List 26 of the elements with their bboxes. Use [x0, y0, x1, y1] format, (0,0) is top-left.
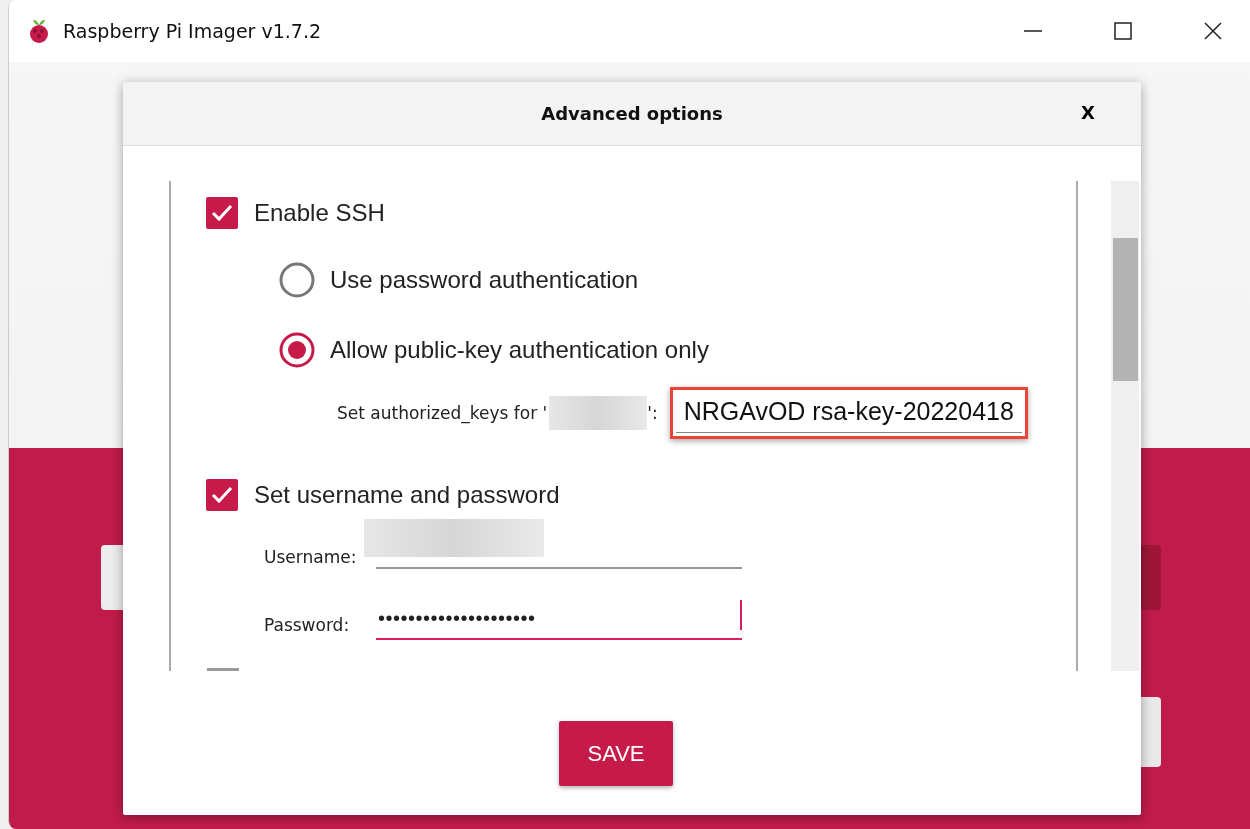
field-label: Username:	[264, 546, 358, 567]
radio-label[interactable]: Allow public-key authentication only	[330, 336, 709, 364]
scrollbar-track[interactable]	[1111, 181, 1139, 671]
key-field[interactable]: NRGAvOD rsa-key-20220418	[675, 393, 1022, 433]
checkbox-label[interactable]: Set username and password	[254, 481, 560, 509]
field-label: ':	[647, 403, 658, 423]
window-title: Raspberry Pi Imager v1.7.2	[63, 20, 321, 42]
field-label: Password:	[264, 614, 351, 635]
radio-label[interactable]: Use password authentication	[330, 266, 639, 294]
password-field[interactable]: •••••••••••••••••••••	[376, 598, 742, 640]
field-label: Set authorized_keys for '	[337, 403, 548, 423]
close-icon[interactable]	[1203, 21, 1223, 41]
dialog-title: Advanced options	[541, 103, 723, 124]
checkbox-edge[interactable]	[207, 668, 239, 671]
close-button[interactable]: X	[1077, 102, 1099, 123]
raspberry-icon	[27, 18, 51, 44]
radio-button[interactable]	[279, 262, 315, 298]
maximize-icon[interactable]	[1113, 21, 1133, 41]
save-button[interactable]: SAVE	[559, 721, 673, 786]
checkbox[interactable]	[206, 197, 238, 229]
checkbox[interactable]	[206, 479, 238, 511]
checkbox-label[interactable]: Enable SSH	[254, 199, 385, 227]
scrollbar-thumb[interactable]	[1113, 238, 1138, 381]
password-dots: •••••••••••••••••••••	[378, 606, 536, 630]
radio-button[interactable]	[279, 332, 315, 368]
text-cursor	[740, 600, 742, 630]
